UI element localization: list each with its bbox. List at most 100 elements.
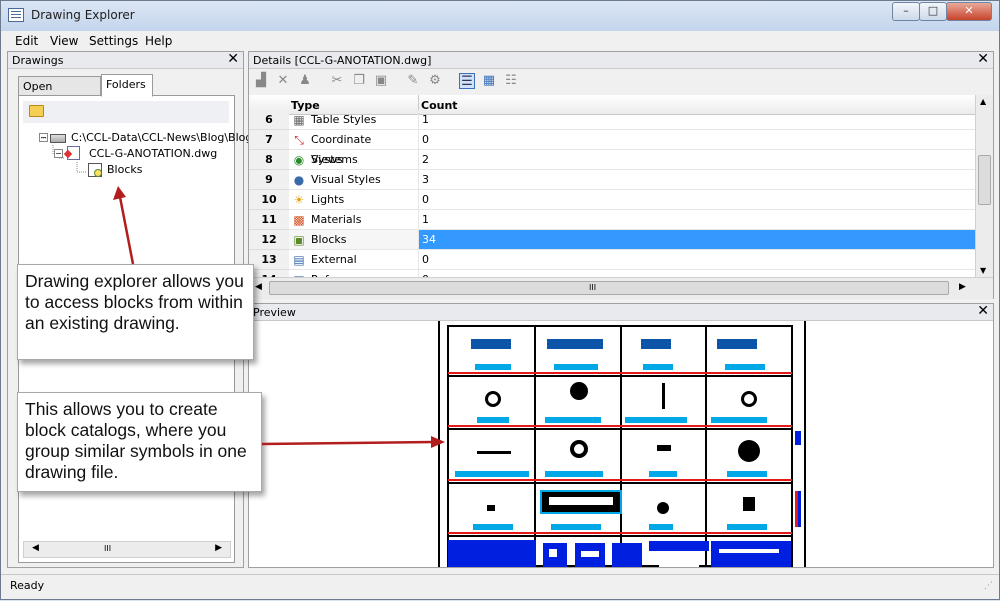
row-type[interactable]: ▣ Blocks <box>289 230 419 250</box>
row-type[interactable]: ◉ Views <box>289 150 419 170</box>
row-count[interactable]: 0 <box>419 190 975 210</box>
close-button[interactable]: ✕ <box>946 2 992 21</box>
scroll-right-icon[interactable]: ▶ <box>959 282 966 292</box>
tab-open-drawings[interactable]: Open Drawings <box>18 76 101 106</box>
tree-collapse-icon[interactable]: − <box>39 133 48 142</box>
preview-panel-close-icon[interactable]: ✕ <box>977 303 989 319</box>
row-number: 6 <box>249 110 289 130</box>
scroll-down-icon[interactable]: ▼ <box>980 266 986 275</box>
menu-help[interactable]: Help <box>145 34 172 48</box>
row-count[interactable]: 0 <box>419 130 975 150</box>
menu-bar: Edit View Settings Help <box>1 31 999 51</box>
row-number: 11 <box>249 210 289 230</box>
minimize-button[interactable]: – <box>892 2 920 21</box>
row-count[interactable]: 3 <box>419 170 975 190</box>
app-icon <box>8 8 24 22</box>
table-row[interactable]: 13▤External References0 <box>249 250 975 286</box>
tree-horizontal-scrollbar[interactable]: ◀ III ▶ <box>23 541 231 558</box>
drawings-panel-header: Drawings ✕ <box>8 51 243 69</box>
row-type[interactable]: ▩ Materials <box>289 210 419 230</box>
row-type-icon: ⤡ <box>294 133 304 147</box>
details-grid: Type Count 6 ▦ Table Styles 1 7 ⤡ Coordinate S… <box>249 95 993 299</box>
scroll-thumb[interactable] <box>269 281 949 295</box>
drawings-panel-close-icon[interactable]: ✕ <box>227 51 239 67</box>
maximize-button[interactable]: □ <box>919 2 947 21</box>
tree-collapse-icon[interactable]: − <box>54 149 63 158</box>
details-view-icon[interactable]: ☰ <box>459 73 475 89</box>
title-bar[interactable]: Drawing Explorer – □ ✕ <box>1 1 999 31</box>
purge-icon[interactable]: ♟ <box>297 73 313 89</box>
row-type[interactable]: ☀ Lights <box>289 190 419 210</box>
copy-icon[interactable]: ❐ <box>351 73 367 89</box>
details-panel-title: Details [CCL-G-ANOTATION.dwg] <box>253 54 432 67</box>
grid-vertical-scrollbar[interactable]: ▲ ▼ <box>975 95 993 277</box>
callout-drawing-explorer: Drawing explorer allows you to access bl… <box>17 264 254 360</box>
status-text: Ready <box>10 579 45 592</box>
row-number: 7 <box>249 130 289 150</box>
table-row[interactable]: 10 ☀ Lights 0 <box>249 190 975 210</box>
row-count[interactable]: 34 <box>419 230 975 250</box>
tree-view-icon[interactable]: ☷ <box>503 73 519 89</box>
paste-icon[interactable]: ▣ <box>373 73 389 89</box>
drawings-panel-title: Drawings <box>12 54 64 67</box>
table-row[interactable]: 11 ▩ Materials 1 <box>249 210 975 230</box>
settings-icon[interactable]: ⚙ <box>427 73 443 89</box>
row-number: 8 <box>249 150 289 170</box>
table-row[interactable]: 9 ● Visual Styles 3 <box>249 170 975 190</box>
row-type-icon: ◉ <box>293 153 305 167</box>
delete-icon[interactable]: ✕ <box>275 73 291 89</box>
table-row[interactable]: 6 ▦ Table Styles 1 <box>249 110 975 130</box>
row-type[interactable]: ⤡ Coordinate Systems <box>289 130 419 166</box>
row-number: 12 <box>249 230 289 250</box>
scroll-left-icon[interactable]: ◀ <box>255 282 262 292</box>
row-count[interactable]: 0 <box>419 250 975 270</box>
row-type-icon: ▦ <box>293 113 305 127</box>
insert-icon[interactable]: ▟ <box>253 73 269 89</box>
preview-panel-header: Preview ✕ <box>249 303 993 321</box>
row-type-icon: ▣ <box>293 233 305 247</box>
edit-icon[interactable]: ✎ <box>405 73 421 89</box>
row-count[interactable]: 1 <box>419 110 975 130</box>
cut-icon[interactable]: ✂ <box>329 73 345 89</box>
row-number: 9 <box>249 170 289 190</box>
scroll-right-icon[interactable]: ▶ <box>215 543 222 553</box>
table-row[interactable]: 8 ◉ Views 2 <box>249 150 975 170</box>
blocks-icon <box>88 163 102 177</box>
tree-blocks[interactable]: Blocks <box>107 163 142 176</box>
details-toolbar: ▟ ✕ ♟ ✂ ❐ ▣ ✎ ⚙ ☰ ▦ ☷ <box>249 69 993 93</box>
row-type-label: Views <box>311 153 343 166</box>
scroll-thumb[interactable] <box>978 155 991 205</box>
details-panel-close-icon[interactable]: ✕ <box>977 51 989 67</box>
table-row[interactable]: 12 ▣ Blocks 34 <box>249 230 975 250</box>
tree-root-folder[interactable]: C:\CCL-Data\CCL-News\Blog\Blog <box>71 131 252 144</box>
details-panel: Details [CCL-G-ANOTATION.dwg] ✕ ▟ ✕ ♟ ✂ … <box>248 51 994 299</box>
table-row[interactable]: 7 ⤡ Coordinate Systems 0 <box>249 130 975 166</box>
row-count[interactable]: 2 <box>419 150 975 170</box>
large-icons-view-icon[interactable]: ▦ <box>481 73 497 89</box>
row-type-label: Table Styles <box>311 113 377 126</box>
row-type-label: Blocks <box>311 233 347 246</box>
row-type-label: Visual Styles <box>311 173 381 186</box>
resize-grip-icon[interactable]: ⋰ <box>984 581 993 591</box>
scroll-grip[interactable]: III <box>589 283 596 292</box>
folder-toolbar <box>23 101 229 123</box>
menu-edit[interactable]: Edit <box>15 34 38 48</box>
row-type[interactable]: ● Visual Styles <box>289 170 419 190</box>
folder-icon[interactable] <box>29 105 44 117</box>
scroll-grip[interactable]: III <box>104 544 111 553</box>
details-panel-header: Details [CCL-G-ANOTATION.dwg] ✕ <box>249 51 993 69</box>
scroll-up-icon[interactable]: ▲ <box>980 97 986 106</box>
grid-horizontal-scrollbar[interactable]: ◀ III ▶ <box>249 277 993 299</box>
menu-view[interactable]: View <box>50 34 78 48</box>
tab-folders[interactable]: Folders <box>101 74 153 97</box>
preview-canvas <box>249 321 993 567</box>
row-type[interactable]: ▦ Table Styles <box>289 110 419 130</box>
block-catalog-preview <box>438 321 806 567</box>
menu-settings[interactable]: Settings <box>89 34 138 48</box>
row-type-label: Materials <box>311 213 362 226</box>
row-type[interactable]: ▤External References <box>289 250 419 286</box>
tree-drawing-file[interactable]: CCL-G-ANOTATION.dwg <box>89 147 217 160</box>
scroll-left-icon[interactable]: ◀ <box>32 543 39 553</box>
row-count[interactable]: 1 <box>419 210 975 230</box>
preview-panel-title: Preview <box>253 306 296 319</box>
